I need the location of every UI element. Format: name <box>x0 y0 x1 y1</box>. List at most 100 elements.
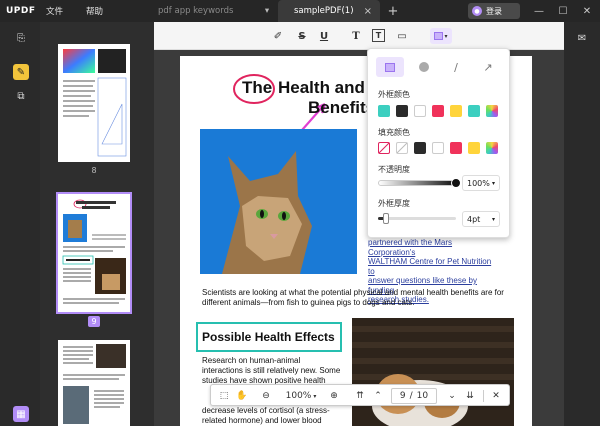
border-color-swatch-2[interactable] <box>396 105 408 117</box>
fill-color-swatch-7[interactable] <box>486 142 498 154</box>
thumbnail-number-8: 8 <box>91 166 97 175</box>
left-toolbar: ⎘ ✎ ⧉ ▦ <box>0 22 40 426</box>
double-chevron-down-icon: ⇊ <box>466 391 474 401</box>
divider <box>483 390 484 402</box>
comment-list-button[interactable]: ✉ <box>574 30 590 46</box>
login-button[interactable]: ● 登录 <box>468 3 520 19</box>
minimize-icon: — <box>534 5 544 17</box>
thickness-slider-thumb[interactable] <box>382 213 389 224</box>
shape-tool-button[interactable]: ▾ <box>430 28 452 44</box>
paragraph-cortisol: decrease levels of cortisol (a stress-re… <box>202 406 330 425</box>
tab-dropdown-button[interactable]: ▾ <box>256 0 278 22</box>
underline-tool-button[interactable]: U <box>316 28 332 44</box>
page-separator: / <box>409 391 413 401</box>
zoom-select[interactable]: 100% ▾ <box>279 388 323 404</box>
tab-pdf-app-keywords[interactable]: pdf app keywords <box>136 0 254 22</box>
textbox-tool-button[interactable]: T <box>372 29 385 42</box>
border-color-swatch-6[interactable] <box>468 105 480 117</box>
border-color-swatch-4[interactable] <box>432 105 444 117</box>
minimize-button[interactable]: — <box>528 0 550 22</box>
textbox-icon: T <box>375 31 382 40</box>
opacity-select[interactable]: 100% ▾ <box>462 175 500 191</box>
first-page-button[interactable]: ⇈ <box>353 388 367 404</box>
menu-file[interactable]: 文件 <box>46 5 86 17</box>
last-page-button[interactable]: ⇊ <box>463 388 477 404</box>
hand-tool-button[interactable]: ✋ <box>235 388 249 404</box>
thickness-slider[interactable] <box>378 213 456 224</box>
line-shape-button[interactable]: ∕ <box>442 57 470 77</box>
zoom-out-button[interactable]: ⊖ <box>259 388 273 404</box>
chevron-down-icon: ▾ <box>313 392 317 400</box>
thickness-select[interactable]: 4pt ▾ <box>462 211 500 227</box>
comment-tool-button[interactable]: ✎ <box>13 64 29 80</box>
thumbnail-panel-button[interactable]: ▦ <box>13 406 29 422</box>
zoom-in-button[interactable]: ⊕ <box>327 388 341 404</box>
opacity-slider[interactable] <box>378 178 461 188</box>
rectangle-shape-button[interactable] <box>376 57 404 77</box>
highlight-tool-button[interactable]: ✐ <box>270 28 286 44</box>
shape-properties-popup: ∕ ↗ 外框颜色 填充颜色 不透明度 100% ▾ 外框厚度 4pt ▾ <box>367 48 510 238</box>
rectangle-icon <box>385 62 395 72</box>
strikethrough-tool-button[interactable]: S <box>294 28 310 44</box>
highlight-icon: ✐ <box>273 30 283 42</box>
selection-icon: ⬚ <box>219 391 229 401</box>
border-color-swatch-1[interactable] <box>378 105 390 117</box>
chat-icon: ✉ <box>577 32 587 44</box>
double-chevron-up-icon: ⇈ <box>356 391 364 401</box>
chevron-up-icon: ⌃ <box>374 391 382 401</box>
fill-color-swatch-2[interactable] <box>396 142 408 154</box>
page-title-word: The <box>242 78 273 97</box>
border-color-label: 外框颜色 <box>378 90 410 99</box>
underline-icon: U <box>319 30 329 42</box>
border-color-swatch-7[interactable] <box>486 105 498 117</box>
paragraph-research: Research on human-animal interactions is… <box>202 356 341 387</box>
tab-samplepdf[interactable]: samplePDF(1) × <box>278 0 380 22</box>
fill-color-swatch-4[interactable] <box>432 142 444 154</box>
comment-note-button[interactable]: ▭ <box>394 28 410 44</box>
thumbnail-page-10-content <box>63 344 126 424</box>
arrow-icon: ↗ <box>483 60 493 74</box>
ellipse-shape-button[interactable] <box>410 57 438 77</box>
select-tool-button[interactable]: ⬚ <box>217 388 231 404</box>
thumbnail-page-8[interactable] <box>58 44 130 162</box>
circle-icon <box>419 62 429 72</box>
right-panel: ✉ <box>564 22 600 426</box>
border-thickness-label: 外框厚度 <box>378 199 410 208</box>
fill-color-swatch-6[interactable] <box>468 142 480 154</box>
close-icon: ✕ <box>492 391 500 401</box>
fill-color-swatch-3[interactable] <box>414 142 426 154</box>
plus-icon: + <box>387 3 399 19</box>
total-pages: 10 <box>416 391 429 401</box>
chevron-down-icon: ▾ <box>264 6 270 16</box>
border-color-swatch-5[interactable] <box>450 105 462 117</box>
maximize-button[interactable]: ☐ <box>552 0 574 22</box>
rectangle-icon <box>434 32 444 40</box>
close-icon[interactable]: × <box>364 6 372 17</box>
minus-icon: ⊖ <box>262 391 270 401</box>
fill-color-swatch-1[interactable] <box>378 142 390 154</box>
fill-color-swatch-5[interactable] <box>450 142 462 154</box>
opacity-slider-thumb[interactable] <box>451 178 461 188</box>
text-tool-button[interactable]: T <box>348 28 364 44</box>
strikethrough-icon: S <box>298 30 306 42</box>
section-heading: Possible Health Effects <box>202 330 335 344</box>
border-color-swatch-3[interactable] <box>414 105 426 117</box>
page-number-input[interactable]: 9 / 10 <box>391 388 437 404</box>
next-page-button[interactable]: ⌄ <box>445 388 459 404</box>
thumbnail-page-10[interactable] <box>58 340 130 426</box>
close-navigation-button[interactable]: ✕ <box>489 388 503 404</box>
arrow-shape-button[interactable]: ↗ <box>474 57 502 77</box>
thumbnail-page-9[interactable] <box>56 192 132 314</box>
add-tab-button[interactable]: + <box>384 0 402 22</box>
chevron-down-icon: ▾ <box>444 32 448 40</box>
tab-label: samplePDF(1) <box>294 6 354 16</box>
close-window-button[interactable]: ✕ <box>576 0 598 22</box>
opacity-value: 100% <box>467 178 490 188</box>
annotation-toolbar: ✐ S U T T ▭ ▾ <box>154 22 584 50</box>
previous-page-button[interactable]: ⌃ <box>371 388 385 404</box>
menu-help[interactable]: 帮助 <box>86 5 126 17</box>
maximize-icon: ☐ <box>558 5 568 17</box>
edit-tool-button[interactable]: ⧉ <box>13 88 29 104</box>
edit-icon: ⧉ <box>17 90 25 102</box>
reader-tool-button[interactable]: ⎘ <box>13 30 29 46</box>
